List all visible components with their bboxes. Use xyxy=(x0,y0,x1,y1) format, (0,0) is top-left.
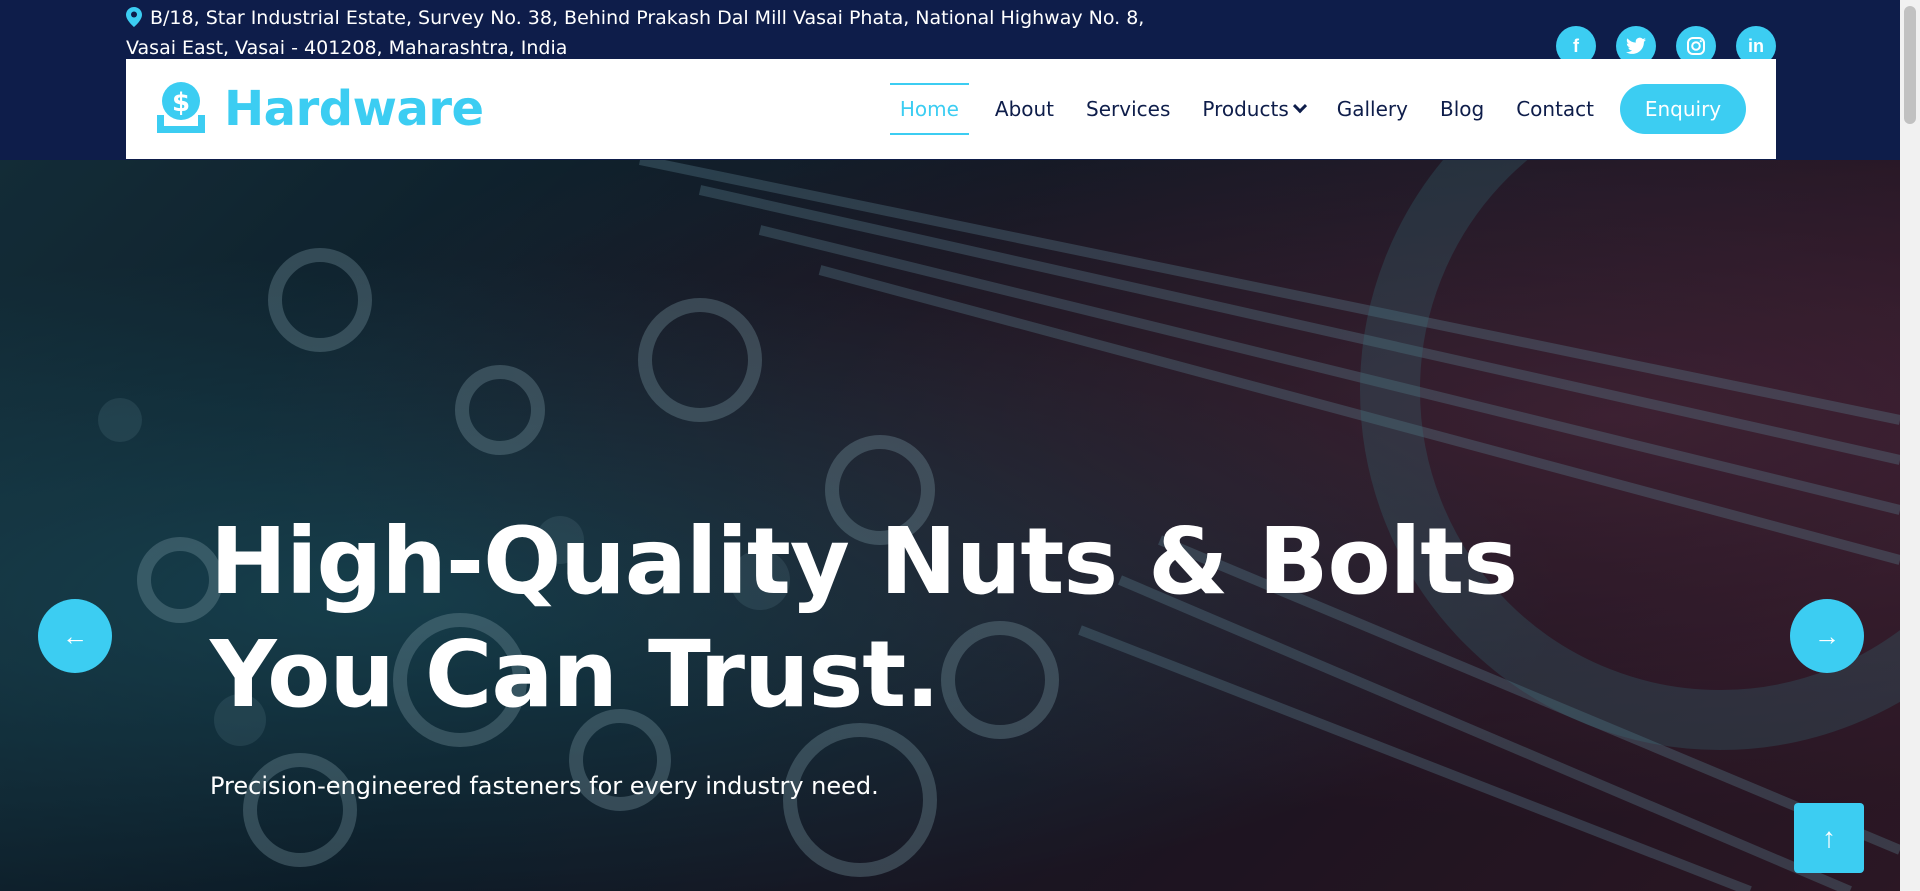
svg-text:$: $ xyxy=(172,88,190,118)
arrow-up-icon: ↑ xyxy=(1822,822,1836,853)
hero-title: High-Quality Nuts & Bolts You Can Trust. xyxy=(210,508,1518,728)
address-line: B/18, Star Industrial Estate, Survey No.… xyxy=(126,3,1186,63)
slider-next-button[interactable]: → xyxy=(1790,599,1864,673)
brand-logo[interactable]: $ Hardware xyxy=(154,81,484,137)
enquiry-button[interactable]: Enquiry xyxy=(1620,84,1746,134)
slider-prev-button[interactable]: ← xyxy=(38,599,112,673)
nav-item-about[interactable]: About xyxy=(979,83,1070,135)
scrollbar-thumb[interactable] xyxy=(1904,6,1916,124)
nav-item-gallery[interactable]: Gallery xyxy=(1321,83,1424,135)
nav-item-home[interactable]: Home xyxy=(889,83,969,135)
location-pin-icon xyxy=(126,7,142,27)
nav-item-services[interactable]: Services xyxy=(1070,83,1186,135)
nav-menu: Home About Services Products Gallery Blo… xyxy=(889,59,1746,159)
nav-item-products[interactable]: Products xyxy=(1186,83,1320,135)
nav-item-products-label: Products xyxy=(1202,97,1289,121)
nav-item-contact[interactable]: Contact xyxy=(1500,83,1610,135)
nav-item-blog[interactable]: Blog xyxy=(1424,83,1500,135)
arrow-left-icon: ← xyxy=(62,620,88,651)
brand-name: Hardware xyxy=(224,81,484,137)
chevron-down-icon xyxy=(1292,99,1307,114)
arrow-right-icon: → xyxy=(1814,620,1840,651)
page-scrollbar[interactable] xyxy=(1900,0,1920,891)
back-to-top-button[interactable]: ↑ xyxy=(1794,803,1864,873)
hero-subtitle: Precision-engineered fasteners for every… xyxy=(210,772,879,800)
main-navbar: $ Hardware Home About Services Products … xyxy=(126,59,1776,159)
dollar-inbox-icon: $ xyxy=(157,82,205,133)
address-text: B/18, Star Industrial Estate, Survey No.… xyxy=(126,7,1145,59)
hero-slider: High-Quality Nuts & Bolts You Can Trust.… xyxy=(0,160,1900,891)
